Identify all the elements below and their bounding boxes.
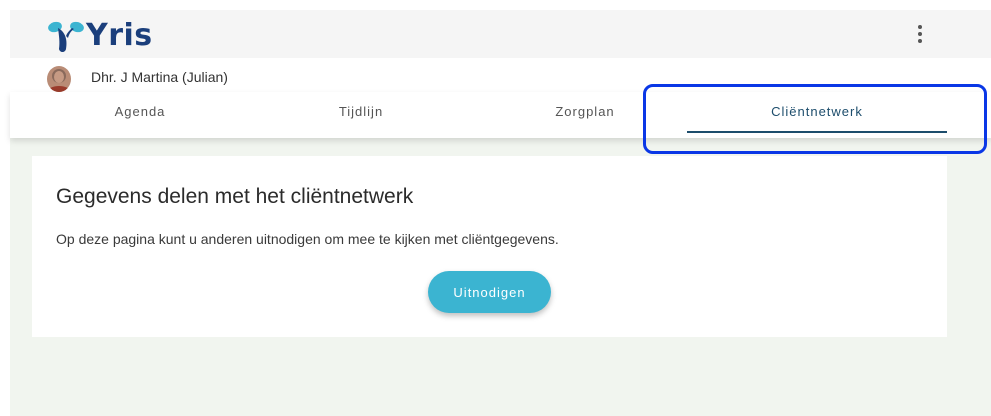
tab-zorgplan[interactable]: Zorgplan xyxy=(455,92,715,138)
app-logo[interactable]: Yris xyxy=(46,18,166,54)
invite-button[interactable]: Uitnodigen xyxy=(428,271,551,313)
page: Yris Dhr. J Martina (Julian) Agenda Tijd… xyxy=(0,0,991,416)
app-container: Yris Dhr. J Martina (Julian) Agenda Tijd… xyxy=(10,10,991,416)
yris-logo-icon xyxy=(48,21,84,52)
tab-tijdlijn[interactable]: Tijdlijn xyxy=(231,92,491,138)
tab-label: Tijdlijn xyxy=(338,104,384,119)
client-header: Dhr. J Martina (Julian) xyxy=(10,58,991,92)
client-name: Dhr. J Martina (Julian) xyxy=(91,69,228,85)
tab-label: Agenda xyxy=(114,104,166,119)
tab-label: Cliëntnetwerk xyxy=(771,104,863,119)
client-avatar[interactable] xyxy=(47,66,71,92)
active-tab-indicator xyxy=(687,131,947,133)
content-card: Gegevens delen met het cliëntnetwerk Op … xyxy=(32,156,947,337)
tab-bar: Agenda Tijdlijn Zorgplan Cliëntnetwerk xyxy=(10,92,991,138)
more-menu-button[interactable] xyxy=(908,22,932,46)
app-logo-text: Yris xyxy=(86,18,153,53)
page-description: Op deze pagina kunt u anderen uitnodigen… xyxy=(56,231,559,247)
tab-label: Zorgplan xyxy=(555,104,615,119)
client-avatar-icon xyxy=(47,66,71,92)
tab-clientnetwerk[interactable]: Cliëntnetwerk xyxy=(687,92,947,138)
page-title: Gegevens delen met het cliëntnetwerk xyxy=(56,185,414,208)
top-bar: Yris xyxy=(10,10,991,58)
more-vertical-icon xyxy=(918,25,922,43)
